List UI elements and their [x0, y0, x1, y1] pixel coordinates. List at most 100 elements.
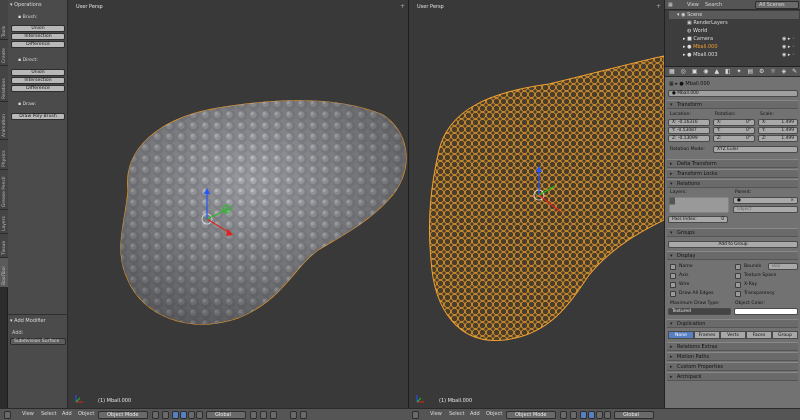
outliner-menu-view[interactable]: View: [687, 2, 699, 8]
max-draw-type-select[interactable]: Textured: [668, 308, 731, 315]
brush-union-button[interactable]: Union: [11, 25, 65, 32]
viewport-left[interactable]: User Persp + (1) Mball.000: [68, 0, 408, 408]
location-x-field[interactable]: X: -0.16316: [668, 119, 710, 126]
object-color-swatch[interactable]: [734, 308, 798, 315]
manipulator-icon[interactable]: [172, 411, 179, 419]
mode-select[interactable]: Object Mode: [506, 411, 556, 419]
orientation-select[interactable]: Global: [206, 411, 246, 419]
operations-header[interactable]: ▾ Operations: [10, 2, 42, 8]
scale-x-field[interactable]: X: 1.499: [758, 119, 798, 126]
menu-select[interactable]: Select: [41, 411, 56, 417]
scale-icon[interactable]: [604, 411, 611, 419]
dup-verts-button[interactable]: Verts: [720, 331, 746, 339]
panel-transform[interactable]: Transform: [667, 100, 798, 109]
snap-element-icon[interactable]: [270, 411, 277, 419]
add-to-group-button[interactable]: Add to Group: [668, 241, 798, 248]
parent-type-field[interactable]: Object: [733, 206, 798, 213]
panel-display[interactable]: Display: [667, 251, 798, 260]
panel-relations[interactable]: Relations: [667, 179, 798, 188]
menu-add[interactable]: Add: [470, 411, 480, 417]
orientation-select[interactable]: Global: [614, 411, 654, 419]
rotation-z-field[interactable]: Z: 0°: [713, 135, 755, 142]
pivot-icon[interactable]: [162, 411, 169, 419]
panel-duplication[interactable]: Duplication: [667, 319, 798, 328]
rotation-mode-select[interactable]: XYZ Euler: [713, 146, 798, 153]
direct-union-button[interactable]: Union: [11, 69, 65, 76]
brush-intersection-button[interactable]: Intersection: [11, 33, 65, 40]
mode-select[interactable]: Object Mode: [98, 411, 148, 419]
tab-relations[interactable]: Relations: [0, 66, 8, 102]
panel-groups[interactable]: Groups: [667, 228, 798, 237]
menu-add[interactable]: Add: [62, 411, 72, 417]
scenes-dropdown[interactable]: All Scenes: [755, 1, 799, 9]
bounds-checkbox[interactable]: [735, 264, 741, 270]
visibility-icon[interactable]: ◉ ▸ ◦: [782, 43, 795, 51]
scale-z-field[interactable]: Z: 1.499: [758, 135, 798, 142]
axis-checkbox[interactable]: [670, 273, 676, 279]
tab-booltool[interactable]: BoolTool: [0, 258, 8, 288]
manipulator-icon[interactable]: [580, 411, 587, 419]
outliner-row-camera[interactable]: ▸ ■ Camera ◉ ▸ ◦: [669, 35, 799, 43]
layer-grid[interactable]: [669, 197, 729, 213]
snap-icon[interactable]: [260, 411, 267, 419]
visibility-icon[interactable]: ◉ ▸ ◦: [782, 51, 795, 59]
brush-difference-button[interactable]: Difference: [11, 41, 65, 48]
pivot-icon[interactable]: [570, 411, 577, 419]
menu-object[interactable]: Object: [78, 411, 94, 417]
xray-checkbox[interactable]: [735, 282, 741, 288]
location-z-field[interactable]: Z: -0.13099: [668, 135, 710, 142]
outliner-row-mball000[interactable]: ▸ ● Mball.000 ◉ ▸ ◦: [669, 43, 799, 51]
rotation-y-field[interactable]: Y: 0°: [713, 127, 755, 134]
opengl-render-icon[interactable]: [300, 411, 307, 419]
transparency-checkbox[interactable]: [735, 291, 741, 297]
add-modifier-header[interactable]: ▾ Add Modifier: [10, 318, 46, 324]
tab-layers[interactable]: Layers: [0, 210, 8, 234]
draw-all-edges-checkbox[interactable]: [670, 291, 676, 297]
translate-icon[interactable]: [588, 411, 595, 419]
direct-difference-button[interactable]: Difference: [11, 85, 65, 92]
dup-faces-button[interactable]: Faces: [746, 331, 772, 339]
panel-archipack[interactable]: Archipack: [667, 372, 798, 381]
viewport-left-split-icon[interactable]: +: [400, 3, 405, 10]
draw-poly-brush-button[interactable]: Draw Poly Brush: [11, 113, 65, 120]
shading-icon[interactable]: [560, 411, 567, 419]
location-y-field[interactable]: Y: -0.53087: [668, 127, 710, 134]
tab-tools[interactable]: Tools: [0, 0, 8, 40]
direct-intersection-button[interactable]: Intersection: [11, 77, 65, 84]
object-name-field[interactable]: ● Mball.000: [668, 90, 798, 97]
outliner-row-renderlayers[interactable]: ▣ RenderLayers: [669, 19, 799, 27]
wire-checkbox[interactable]: [670, 282, 676, 288]
editor-type-icon[interactable]: [412, 411, 419, 419]
dup-frames-button[interactable]: Frames: [694, 331, 720, 339]
panel-transform-locks[interactable]: Transform Locks: [667, 169, 798, 178]
visibility-icon[interactable]: ◉ ▸ ◦: [782, 35, 795, 43]
rotation-x-field[interactable]: X: 0°: [713, 119, 755, 126]
shading-icon[interactable]: [152, 411, 159, 419]
bounds-type-select[interactable]: Box: [768, 263, 798, 270]
viewport-right[interactable]: User Persp + (1) Mball.000: [409, 0, 664, 408]
outliner-menu-search[interactable]: Search: [705, 2, 722, 8]
property-context-icons[interactable]: ▦ ◎ ▣ ◉ ▲ ◧ ✦ ▤ ⚙ ☼ ◈ ✎: [669, 68, 799, 75]
rotate-icon[interactable]: [596, 411, 603, 419]
menu-view[interactable]: View: [430, 411, 442, 417]
panel-relations-extras[interactable]: Relations Extras: [667, 342, 798, 351]
outliner-row-mball003[interactable]: ▸ ● Mball.003 ◉ ▸ ◦: [669, 51, 799, 59]
pass-index-field[interactable]: Pass Index: 0: [668, 216, 728, 223]
scale-icon[interactable]: [196, 411, 203, 419]
editor-type-icon[interactable]: [4, 411, 11, 419]
rotate-icon[interactable]: [188, 411, 195, 419]
render-preview-icon[interactable]: [290, 411, 297, 419]
translate-icon[interactable]: [180, 411, 187, 419]
tab-physics[interactable]: Physics: [0, 140, 8, 170]
menu-view[interactable]: View: [22, 411, 34, 417]
parent-field[interactable]: ● ×: [733, 197, 798, 204]
editor-type-icon[interactable]: ▦: [668, 2, 673, 8]
menu-select[interactable]: Select: [449, 411, 464, 417]
add-modifier-select[interactable]: Subdivision Surface: [10, 338, 66, 345]
name-checkbox[interactable]: [670, 264, 676, 270]
layer-icon[interactable]: [250, 411, 257, 419]
panel-custom-properties[interactable]: Custom Properties: [667, 362, 798, 371]
tab-animation[interactable]: Animation: [0, 102, 8, 140]
texture-space-checkbox[interactable]: [735, 273, 741, 279]
tab-tissue[interactable]: Tissue: [0, 234, 8, 258]
